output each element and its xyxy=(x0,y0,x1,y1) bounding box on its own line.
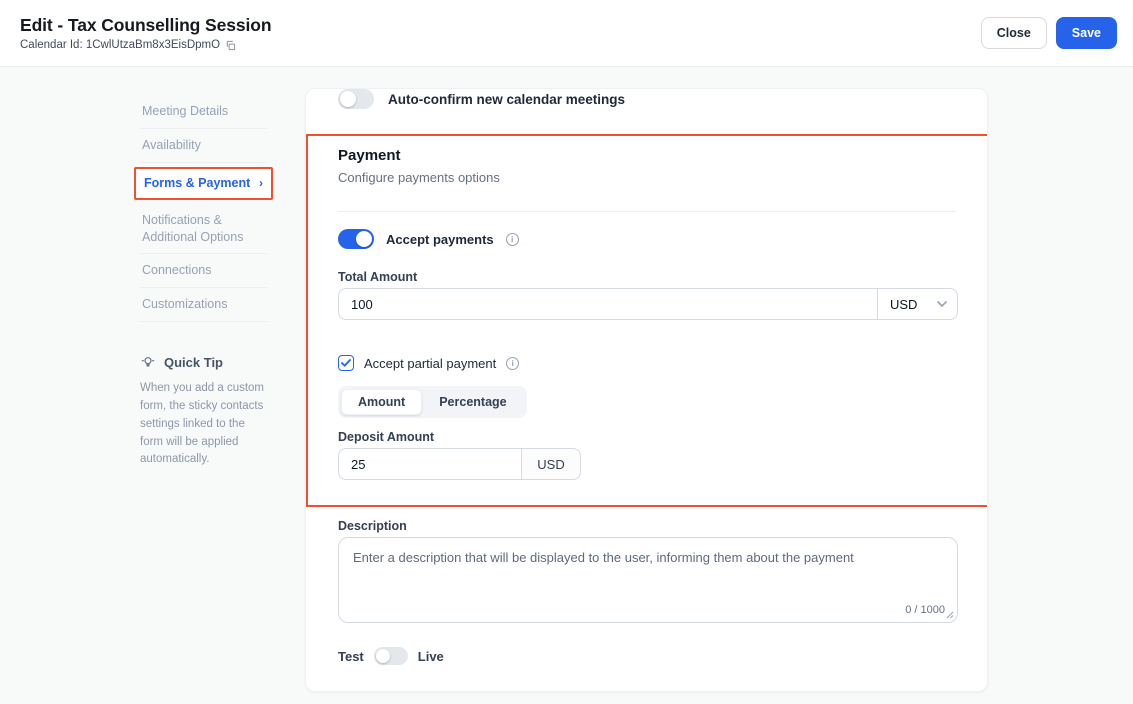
payment-mode-row: Test Live xyxy=(338,647,444,665)
test-live-toggle[interactable] xyxy=(373,647,408,665)
calendar-id-text: Calendar Id: 1CwlUtzaBm8x3EisDpmO xyxy=(20,39,221,51)
lightbulb-icon xyxy=(141,357,155,367)
chevron-right-icon: › xyxy=(259,176,263,191)
deposit-currency-suffix: USD xyxy=(521,448,581,480)
payment-section-header: Payment Configure payments options xyxy=(338,147,956,185)
info-icon[interactable] xyxy=(505,232,519,246)
accept-payments-row: Accept payments xyxy=(338,229,519,249)
sidebar-item-forms-payment[interactable]: Forms & Payment › xyxy=(134,166,273,200)
check-icon xyxy=(341,359,351,367)
toggle-knob xyxy=(340,91,356,107)
total-amount-group: USD xyxy=(338,288,958,320)
close-button[interactable]: Close xyxy=(980,17,1047,49)
accept-payments-label: Accept payments xyxy=(386,231,494,247)
character-counter: 0 / 1000 xyxy=(905,604,945,616)
accept-payments-toggle[interactable] xyxy=(338,229,374,249)
partial-payment-row: Accept partial payment xyxy=(338,355,520,371)
auto-confirm-label: Auto-confirm new calendar meetings xyxy=(388,91,626,107)
sidebar-item-meeting-details[interactable]: Meeting Details xyxy=(140,95,267,129)
test-label: Test xyxy=(338,648,364,664)
quick-tip-text: When you add a custom form, the sticky c… xyxy=(140,382,265,466)
calendar-id: Calendar Id: 1CwlUtzaBm8x3EisDpmO xyxy=(20,39,271,51)
quick-tip: Quick Tip When you add a custom form, th… xyxy=(140,354,267,469)
deposit-amount-group: USD xyxy=(338,448,581,480)
description-field: 0 / 1000 xyxy=(338,537,958,623)
currency-select[interactable]: USD xyxy=(877,288,958,320)
description-label: Description xyxy=(338,519,407,533)
toggle-knob xyxy=(356,231,372,247)
sidebar-item-notifications[interactable]: Notifications & Additional Options xyxy=(140,204,267,255)
copy-icon[interactable] xyxy=(225,40,236,51)
deposit-type-segmented-control: Amount Percentage xyxy=(338,386,527,418)
quick-tip-header: Quick Tip xyxy=(140,354,267,370)
currency-value: USD xyxy=(890,296,918,312)
settings-card: Auto-confirm new calendar meetings Payme… xyxy=(305,88,988,692)
header-titles: Edit - Tax Counselling Session Calendar … xyxy=(20,15,272,51)
total-amount-label: Total Amount xyxy=(338,270,418,284)
auto-confirm-toggle[interactable] xyxy=(338,89,374,109)
page-title: Edit - Tax Counselling Session xyxy=(20,15,272,35)
info-icon[interactable] xyxy=(506,356,520,370)
live-label: Live xyxy=(417,648,444,664)
content-area: Meeting Details Availability Forms & Pay… xyxy=(0,68,1133,704)
header: Edit - Tax Counselling Session Calendar … xyxy=(0,0,1133,67)
segment-amount[interactable]: Amount xyxy=(341,389,423,415)
deposit-amount-label: Deposit Amount xyxy=(338,430,435,444)
partial-payment-checkbox[interactable] xyxy=(338,355,354,371)
payment-subtitle: Configure payments options xyxy=(338,170,500,185)
save-button[interactable]: Save xyxy=(1055,17,1117,49)
sidebar-item-customizations[interactable]: Customizations xyxy=(140,288,267,323)
sidebar-item-label: Forms & Payment xyxy=(144,175,251,190)
auto-confirm-row: Auto-confirm new calendar meetings xyxy=(338,89,626,111)
segment-percentage[interactable]: Percentage xyxy=(422,389,523,415)
deposit-amount-input[interactable] xyxy=(338,448,521,480)
description-textarea[interactable] xyxy=(339,538,957,622)
resize-handle-icon[interactable] xyxy=(946,611,954,619)
section-divider xyxy=(338,211,956,212)
sidebar-item-availability[interactable]: Availability xyxy=(140,129,267,163)
chevron-down-icon xyxy=(937,301,947,307)
header-actions: Close Save xyxy=(980,17,1117,49)
quick-tip-title: Quick Tip xyxy=(164,354,223,370)
sidebar: Meeting Details Availability Forms & Pay… xyxy=(134,95,273,469)
sidebar-item-connections[interactable]: Connections xyxy=(140,254,267,289)
toggle-knob xyxy=(375,649,390,663)
payment-title: Payment xyxy=(338,147,401,164)
total-amount-input[interactable] xyxy=(338,288,877,320)
partial-payment-label: Accept partial payment xyxy=(364,355,497,371)
